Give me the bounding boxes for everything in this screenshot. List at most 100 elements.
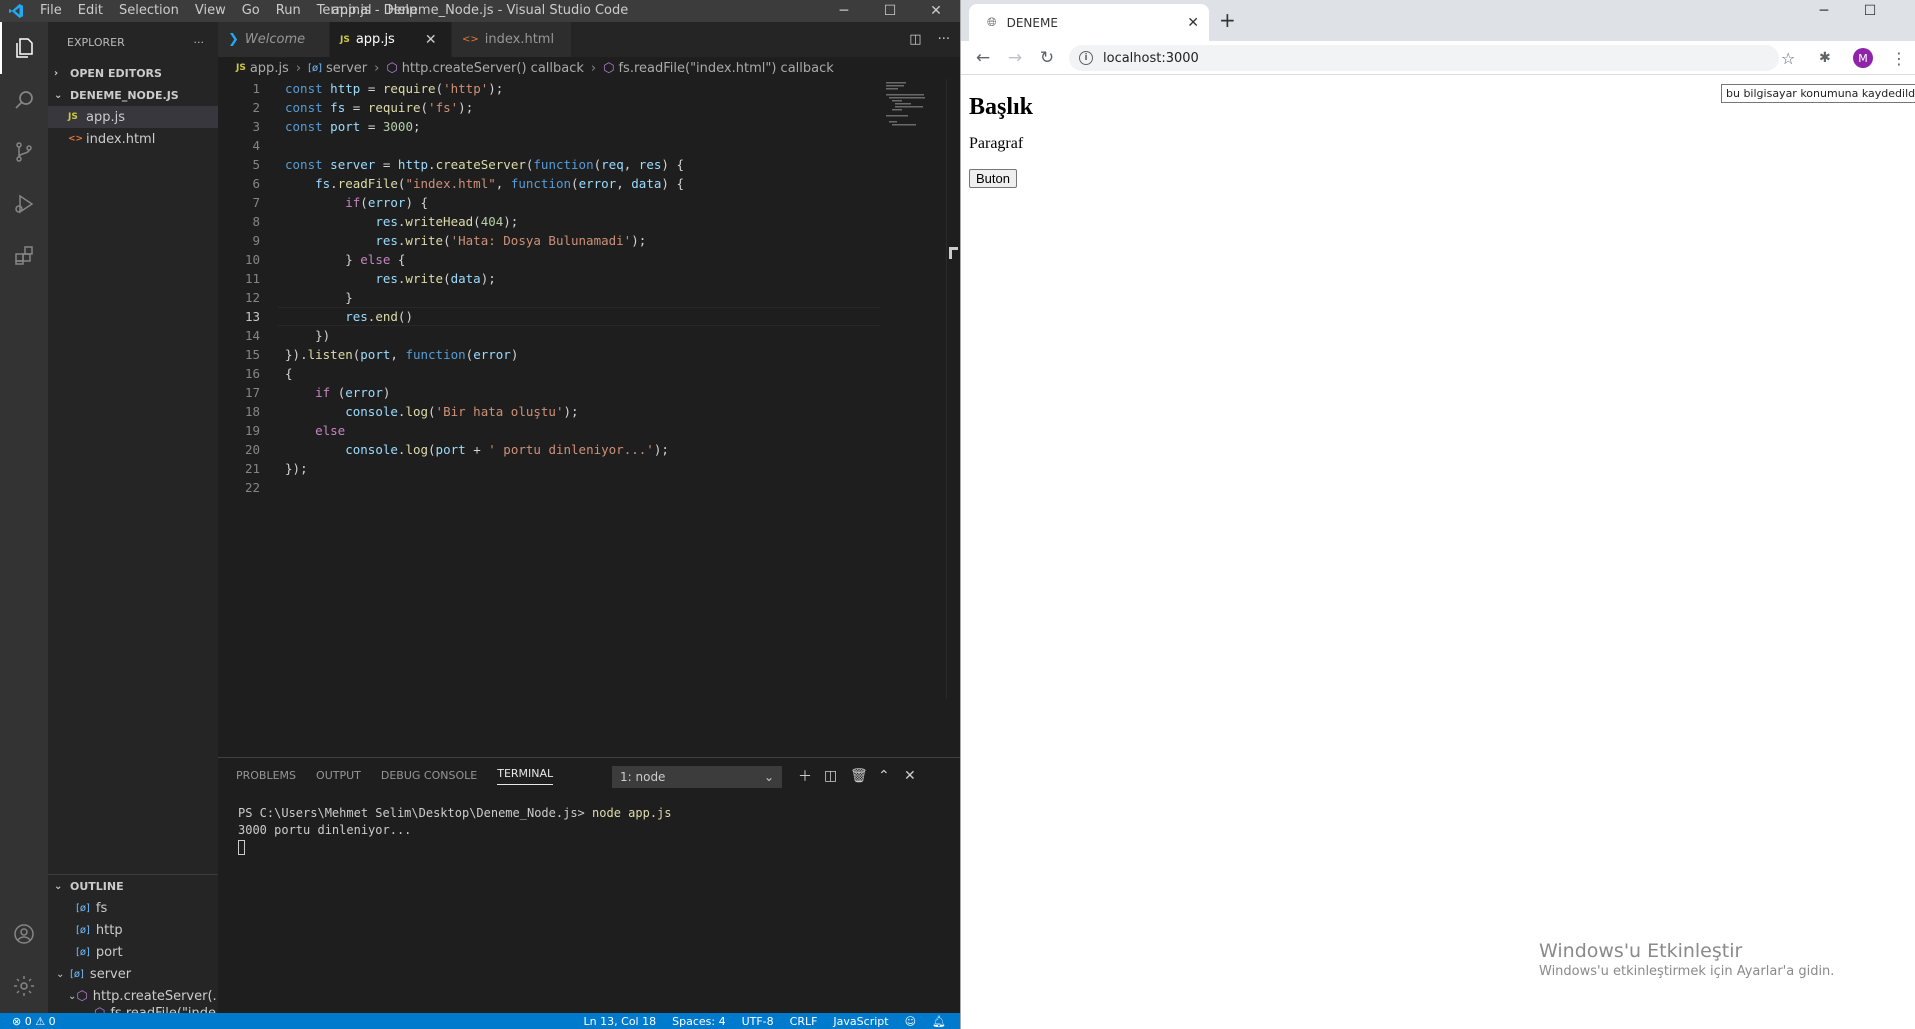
extensions-icon[interactable] [0,230,48,282]
menu-edit[interactable]: Edit [70,0,111,22]
trash-icon[interactable]: 🗑 [850,758,868,793]
indentation[interactable]: Spaces: 4 [672,1015,725,1028]
outline-item-createserver[interactable]: ⌄ ⬡ http.createServer(... [48,985,218,1007]
extensions-puzzle-icon[interactable]: ✱ [1819,41,1831,75]
source-control-icon[interactable] [0,126,48,178]
file-item-index-html[interactable]: <> index.html [48,128,218,150]
close-tab-icon[interactable]: ✕ [1187,15,1199,31]
tab-welcome[interactable]: ❯ Welcome [218,22,330,57]
file-item-app-js[interactable]: JS app.js [48,106,218,128]
profile-avatar[interactable]: M [1853,48,1873,68]
menu-go[interactable]: Go [234,0,268,22]
folder-section[interactable]: ⌄ DENEME_NODE.JS [48,84,218,106]
tab-problems[interactable]: PROBLEMS [236,769,296,782]
outline-label: server [89,966,132,982]
forward-arrow-icon[interactable]: → [999,41,1031,75]
tab-index-html[interactable]: <> index.html [452,22,572,57]
notification-bell-icon[interactable]: 🔔︎ [932,1015,946,1028]
tab-output[interactable]: OUTPUT [316,769,361,782]
code-line[interactable]: 11 res.write(data); [218,269,960,288]
code-line[interactable]: 12 } [218,288,960,307]
code-line[interactable]: 19 else [218,421,960,440]
minimize-button[interactable]: ─ [824,0,864,22]
tab-label: index.html [484,32,555,47]
tab-debug-console[interactable]: DEBUG CONSOLE [381,769,477,782]
language-mode[interactable]: JavaScript [833,1015,888,1028]
code-line[interactable]: 20 console.log(port + ' portu dinleniyor… [218,440,960,459]
code-line[interactable]: 2 const fs = require('fs'); [218,98,960,117]
breadcrumb-item[interactable]: fs.readFile("index.html") callback [618,61,833,76]
new-tab-button[interactable]: + [1219,8,1236,32]
code-line[interactable]: 10 } else { [218,250,960,269]
breadcrumb-item[interactable]: http.createServer() callback [402,61,584,76]
outline-item-fs[interactable]: [ø] fs [48,897,218,919]
open-editors-section[interactable]: › OPEN EDITORS [48,62,218,84]
info-icon[interactable]: i [1079,51,1093,65]
close-window-button[interactable]: ✕ [916,0,956,22]
breadcrumb-item[interactable]: app.js [250,61,289,76]
close-tab-icon[interactable]: ✕ [425,32,437,48]
explorer-icon[interactable] [0,22,48,74]
browser-tab[interactable]: 🌐︎ DENEME ✕ [969,4,1209,41]
minimize-button[interactable]: ─ [1801,0,1847,22]
menu-view[interactable]: View [187,0,234,22]
browser-menu-icon[interactable]: ⋮ [1891,41,1907,75]
code-line[interactable]: 13 res.end() [218,307,960,326]
code-editor[interactable]: 1 const http = require('http'); 2 const fs … [218,79,960,699]
code-line[interactable]: 15}).listen(port, function(error) [218,345,960,364]
feedback-icon[interactable]: ☺ [905,1015,916,1028]
code-line[interactable]: 16 { [218,364,960,383]
outline-item-http[interactable]: [ø] http [48,919,218,941]
split-editor-icon[interactable]: ◫ [909,32,921,47]
address-bar[interactable]: i localhost:3000 [1069,45,1779,71]
encoding[interactable]: UTF-8 [742,1015,774,1028]
menu-terminal[interactable]: Terminal [309,0,380,22]
breadcrumb-item[interactable]: server [326,61,367,76]
code-line[interactable]: 17 if (error) [218,383,960,402]
terminal[interactable]: PS C:\Users\Mehmet Selim\Desktop\Deneme_… [218,793,960,856]
menu-file[interactable]: File [32,0,70,22]
back-arrow-icon[interactable]: ← [967,41,999,75]
code-line[interactable]: 21}); [218,459,960,478]
code-line[interactable]: 9 res.write('Hata: Dosya Bulunamadi'); [218,231,960,250]
chevron-up-icon[interactable]: ⌃ [878,758,890,793]
terminal-select[interactable]: 1: node ⌄ [612,766,782,788]
outline-item-port[interactable]: [ø] port [48,941,218,963]
bookmark-star-icon[interactable]: ☆ [1781,41,1795,75]
line-ending[interactable]: CRLF [790,1015,818,1028]
menu-help[interactable]: Help [380,0,426,22]
tab-terminal[interactable]: TERMINAL [497,767,554,785]
more-actions-icon[interactable]: ··· [938,32,950,47]
cursor-position[interactable]: Ln 13, Col 18 [584,1015,657,1028]
accounts-icon[interactable] [0,908,48,960]
page-button[interactable]: Buton [969,169,1017,188]
menu-run[interactable]: Run [268,0,309,22]
code-line[interactable]: 6 fs.readFile("index.html", function(err… [218,174,960,193]
new-terminal-icon[interactable]: ＋ [798,758,812,793]
minimap[interactable] [886,80,946,130]
code-line[interactable]: 1 const http = require('http'); [218,79,960,98]
code-line[interactable]: 3 const port = 3000; [218,117,960,136]
code-line[interactable]: 8 res.writeHead(404); [218,212,960,231]
code-line[interactable]: 5 const server = http.createServer(functi… [218,155,960,174]
tab-app-js[interactable]: JS app.js ✕ [330,22,452,57]
run-debug-icon[interactable] [0,178,48,230]
menu-selection[interactable]: Selection [111,0,187,22]
code-line[interactable]: 22 [218,478,960,497]
code-line[interactable]: 4 [218,136,960,155]
code-line[interactable]: 14 }) [218,326,960,345]
editor-scrollbar[interactable] [946,79,960,699]
maximize-button[interactable]: ☐ [1847,0,1893,22]
split-terminal-icon[interactable]: ◫ [824,758,837,793]
code-line[interactable]: 7 if(error) { [218,193,960,212]
maximize-button[interactable]: ☐ [870,0,910,22]
close-panel-icon[interactable]: ✕ [904,758,916,793]
reload-icon[interactable]: ↻ [1031,41,1063,75]
more-actions-icon[interactable]: ··· [194,36,205,49]
outline-section[interactable]: ⌄ OUTLINE [48,875,218,897]
code-line[interactable]: 18 console.log('Bir hata oluştu'); [218,402,960,421]
settings-gear-icon[interactable] [0,960,48,1012]
problems-indicator[interactable]: ⊗ 0 ⚠ 0 [0,1015,56,1028]
search-icon[interactable] [0,74,48,126]
outline-item-server[interactable]: ⌄ [ø] server [48,963,218,985]
